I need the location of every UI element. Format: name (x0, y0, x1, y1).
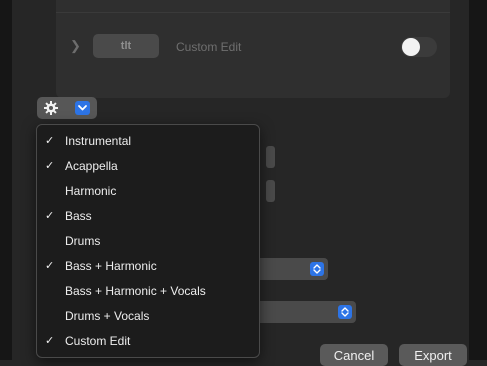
menu-item-label: Acappella (65, 159, 118, 173)
menu-item-drums[interactable]: Drums (37, 229, 259, 254)
menu-item-label: Drums (65, 234, 101, 248)
effect-row-label: Custom Edit (176, 40, 242, 54)
window-edge-left (0, 0, 12, 360)
cancel-button[interactable]: Cancel (320, 344, 388, 366)
chevron-down-icon (75, 101, 90, 115)
menu-item-label: Harmonic (65, 184, 117, 198)
popup-select[interactable] (256, 258, 328, 280)
export-button-label: Export (414, 347, 452, 363)
menu-item-label: Drums + Vocals (65, 309, 150, 323)
checkmark-icon: ✓ (45, 210, 55, 222)
stepper-control[interactable] (266, 146, 275, 168)
export-button[interactable]: Export (399, 344, 467, 366)
chevron-right-icon[interactable]: ❯ (70, 38, 81, 54)
menu-item-label: Bass + Harmonic + Vocals (65, 284, 206, 298)
stepper-control[interactable] (266, 180, 275, 202)
effect-tag-label: tlt (120, 40, 132, 52)
gear-icon (44, 101, 58, 115)
preset-menu: ✓ Instrumental ✓ Acappella Harmonic ✓ Ba… (36, 124, 260, 358)
popup-select[interactable] (256, 301, 356, 323)
menu-item-bass[interactable]: ✓ Bass (37, 204, 259, 229)
effect-row-panel: ❯ tlt Custom Edit (56, 0, 450, 98)
menu-item-drums-vocals[interactable]: Drums + Vocals (37, 304, 259, 329)
menu-item-harmonic[interactable]: Harmonic (37, 179, 259, 204)
menu-item-bass-harmonic-vocals[interactable]: Bass + Harmonic + Vocals (37, 279, 259, 304)
updown-chevron-icon (310, 262, 324, 276)
menu-item-label: Bass + Harmonic (65, 259, 157, 273)
menu-item-instrumental[interactable]: ✓ Instrumental (37, 129, 259, 154)
settings-menu-button[interactable] (37, 97, 97, 119)
checkmark-icon: ✓ (45, 335, 55, 347)
checkmark-icon: ✓ (45, 260, 55, 272)
checkmark-icon: ✓ (45, 135, 55, 147)
menu-item-label: Instrumental (65, 134, 132, 148)
menu-item-bass-harmonic[interactable]: ✓ Bass + Harmonic (37, 254, 259, 279)
custom-edit-toggle[interactable] (401, 37, 437, 57)
divider (56, 12, 450, 13)
toggle-knob (402, 38, 420, 56)
window-edge-right (469, 0, 487, 360)
updown-chevron-icon (338, 305, 352, 319)
cancel-button-label: Cancel (333, 347, 375, 363)
effect-tag-button[interactable]: tlt (93, 34, 159, 58)
menu-item-label: Bass (65, 209, 92, 223)
menu-item-label: Custom Edit (65, 334, 131, 348)
checkmark-icon: ✓ (45, 160, 55, 172)
menu-item-acappella[interactable]: ✓ Acappella (37, 154, 259, 179)
menu-item-custom-edit[interactable]: ✓ Custom Edit (37, 329, 259, 354)
